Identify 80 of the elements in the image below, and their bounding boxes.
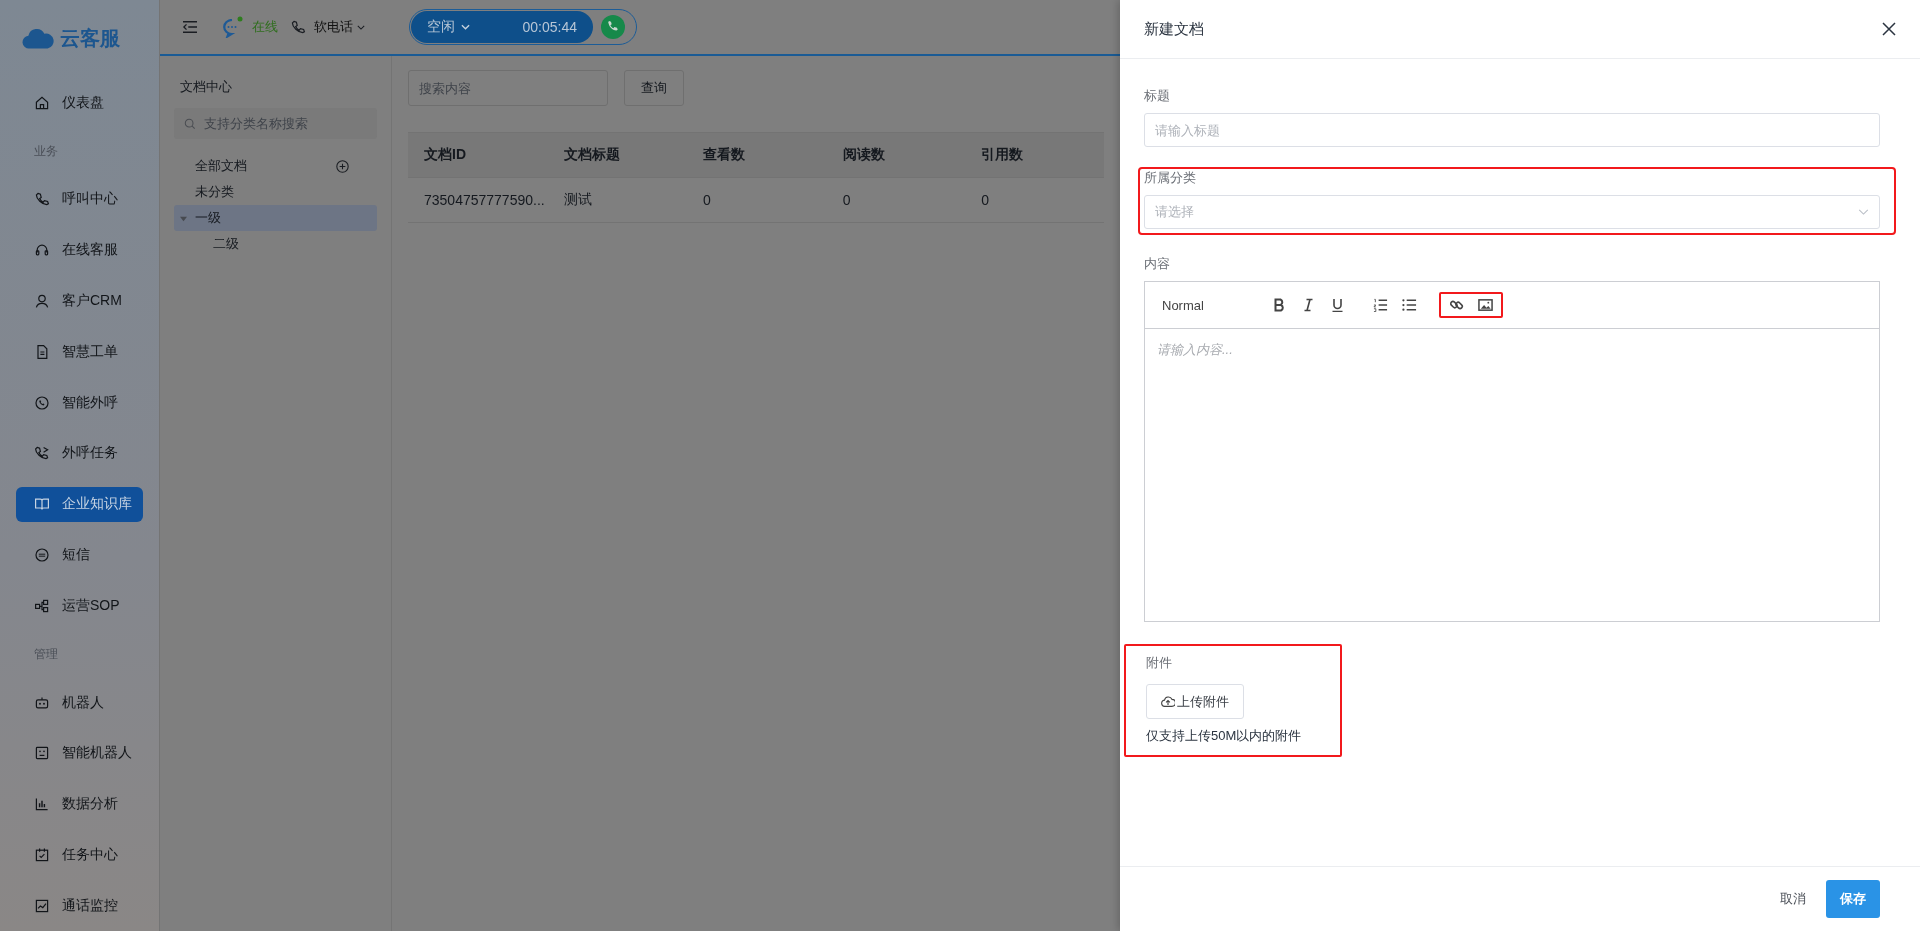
content-search-field[interactable]: 搜索内容 [408,70,608,106]
menu-collapse-icon[interactable] [182,20,198,34]
nav-item[interactable]: 客户CRM [16,283,143,319]
table-cell-text: 0 [980,192,991,208]
nav-item[interactable]: 智慧工单 [16,334,143,370]
nav-item[interactable]: 外呼任务 [16,436,143,471]
chat-phone-icon [34,394,50,411]
cloud-upload-icon [1161,695,1175,708]
call-state-panel[interactable]: 空闲 00:05:44 [411,11,593,43]
category-search-field[interactable]: 支持分类名称搜索 [174,108,377,139]
save-button[interactable]: 保存 [1826,880,1880,918]
phone-icon [290,19,306,35]
link-icon[interactable] [1447,298,1466,312]
nav-item[interactable]: 机器人 [16,685,143,720]
ordered-list-icon[interactable] [1371,298,1390,312]
app-logo-text: 云客服 [60,26,120,52]
bullet-list-icon[interactable] [1400,298,1419,312]
nav-item[interactable]: 任务中心 [16,837,143,873]
column-header: 阅读数 [841,146,886,164]
table-cell-text: 73504757777590... [423,192,546,208]
field-label: 所属分类 [1144,169,1197,187]
column-header: 文档ID [423,146,467,164]
table-cell-text: 0 [841,192,852,208]
chevron-down-icon[interactable] [357,24,365,30]
tree-item[interactable]: 一级 [174,205,377,231]
line-chart-icon [34,897,50,914]
panel-title: 文档中心 [180,78,233,96]
nav-item[interactable]: 在线客服 [16,232,143,268]
table-cell-text: 0 [702,192,712,208]
message-icon [34,546,50,563]
field-label: 附件 [1146,654,1173,672]
robot-face-icon [34,745,50,762]
document-icon [34,343,50,360]
nav-item[interactable]: 企业知识库 [16,486,143,522]
robot-icon [34,694,50,711]
call-state-label: 空闲 [427,18,455,36]
table-cell-text: 测试 [563,191,594,209]
cloud-logo-icon [22,27,54,50]
nav-item[interactable]: 运营SOP [16,588,143,624]
phone-mode-dropdown[interactable]: 软电话 [314,18,353,36]
book-icon [34,496,50,513]
tree-item[interactable]: 未分类 [174,179,377,205]
upload-hint: 仅支持上传50M以内的附件 [1146,727,1303,745]
field-label: 内容 [1144,255,1171,273]
home-icon [34,94,50,111]
nav-item[interactable]: 智能机器人 [16,735,143,771]
add-icon[interactable] [336,159,349,173]
format-dropdown[interactable]: Normal [1162,297,1248,313]
chevron-down-icon [1858,209,1869,215]
online-status: 在线 [252,18,278,36]
field-label: 标题 [1144,87,1171,105]
nav-item[interactable]: 仪表盘 [16,85,143,121]
user-icon [34,293,50,310]
nav-item[interactable]: 短信 [16,537,143,573]
tree-item[interactable]: 二级 [174,231,377,257]
bar-chart-icon [34,796,50,813]
chevron-down-icon [461,24,470,30]
flow-icon [34,597,50,614]
calendar-check-icon [34,846,50,863]
call-timer: 00:05:44 [522,19,577,35]
image-icon[interactable] [1476,298,1495,312]
chat-bubble-icon [220,16,244,38]
search-icon [184,118,196,130]
close-icon[interactable] [1882,22,1896,36]
nav-item[interactable]: 通话监控 [16,888,143,923]
nav-item[interactable]: 数据分析 [16,786,143,822]
nav-item[interactable]: 智能外呼 [16,385,143,420]
column-header: 文档标题 [563,146,622,164]
phone-outgoing-icon [34,445,50,462]
phone-icon [34,191,50,208]
tree-item[interactable]: 全部文档 [174,153,377,179]
drawer-title: 新建文档 [1144,19,1204,39]
title-input-field[interactable]: 请输入标题 [1144,113,1880,147]
column-header: 引用数 [980,146,1025,164]
nav-item[interactable]: 呼叫中心 [16,182,143,217]
upload-button[interactable]: 上传附件 [1146,684,1244,719]
query-button[interactable]: 查询 [624,70,684,106]
cancel-button[interactable]: 取消 [1774,889,1812,909]
phone-answer-icon[interactable] [601,15,625,39]
column-header: 查看数 [702,146,747,164]
